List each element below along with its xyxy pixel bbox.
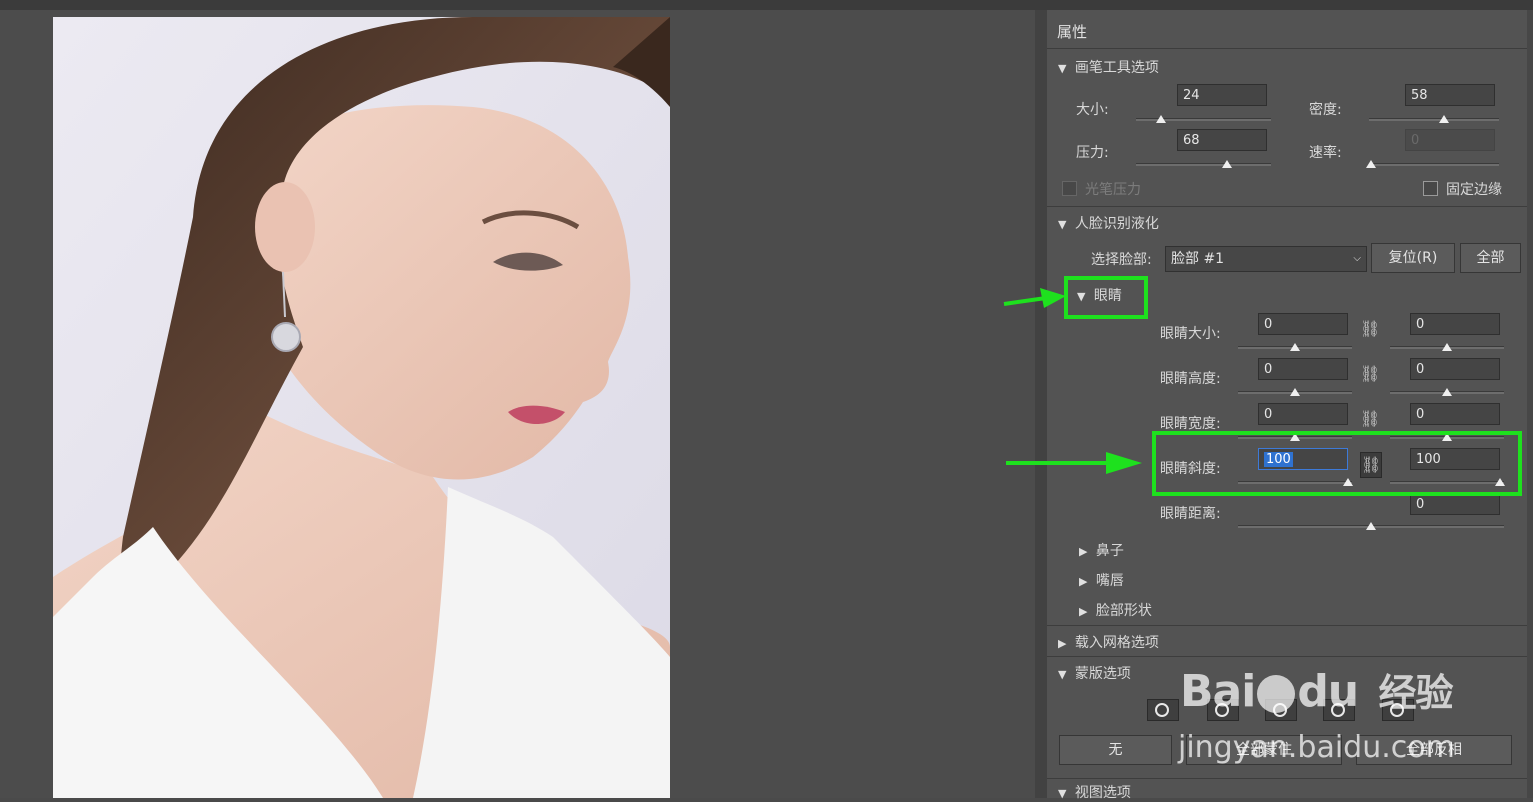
density-label: 密度: (1309, 102, 1342, 118)
green-arrow-icon (1003, 288, 1066, 308)
eye-row-left-value: 0 (1264, 362, 1273, 377)
eye-tilt-highlight-box (1152, 431, 1522, 496)
eye-row-left-slider-thumb[interactable] (1290, 388, 1300, 396)
mesh-section-title: 载入网格选项 (1074, 635, 1159, 651)
stylus-pressure-checkbox (1062, 181, 1077, 196)
eye-row-left-slider-thumb[interactable] (1290, 343, 1300, 351)
pressure-label: 压力: (1076, 145, 1109, 161)
mask-section-title: 蒙版选项 (1074, 666, 1131, 682)
density-slider-thumb[interactable] (1438, 115, 1449, 123)
view-section-header[interactable]: ▼ 视图选项 (1058, 782, 1131, 802)
size-input[interactable]: 24 (1177, 84, 1267, 106)
eye-row-label: 眼睛大小: (1160, 326, 1221, 342)
collapse-triangle-icon: ▼ (1058, 218, 1067, 231)
mouth-title: 嘴唇 (1095, 573, 1124, 589)
expand-triangle-icon: ▶ (1058, 637, 1067, 650)
eye-distance-slider-thumb[interactable] (1366, 522, 1376, 530)
density-slider-track[interactable] (1369, 118, 1499, 121)
expand-triangle-icon: ▶ (1079, 545, 1088, 558)
eyes-highlight-box (1064, 276, 1148, 319)
mask-section-header[interactable]: ▼ 蒙版选项 (1058, 663, 1131, 683)
all-button[interactable]: 全部 (1460, 243, 1521, 273)
pressure-input[interactable]: 68 (1177, 129, 1267, 151)
expand-triangle-icon: ▶ (1079, 605, 1088, 618)
brush-section-header[interactable]: ▼ 画笔工具选项 (1058, 57, 1159, 77)
size-slider-thumb[interactable] (1155, 115, 1166, 123)
pin-edges-checkbox[interactable] (1423, 181, 1438, 196)
eye-row-right-input[interactable]: 0 (1410, 358, 1500, 380)
link-chain-icon[interactable]: ⛓ (1360, 317, 1380, 341)
size-label: 大小: (1076, 102, 1109, 118)
eye-row-label: 眼睛高度: (1160, 371, 1221, 387)
chevron-down-icon: ⌵ (1353, 253, 1361, 264)
divider (1047, 625, 1530, 626)
rate-slider-track (1369, 163, 1499, 166)
panel-title: 属性 (1057, 23, 1088, 41)
eye-row-right-slider-thumb[interactable] (1442, 388, 1452, 396)
divider (1047, 778, 1530, 779)
eye-row-left-value: 0 (1264, 407, 1273, 422)
watermark-url: jingyan.baidu.com (1178, 730, 1455, 765)
paw-icon (1257, 675, 1296, 713)
watermark-brand-cn: 经验 (1378, 671, 1453, 715)
watermark-brand: Bai du 经验 (1180, 662, 1453, 717)
face-shape-subsection-header[interactable]: ▶ 脸部形状 (1079, 600, 1152, 620)
brush-section-title: 画笔工具选项 (1074, 60, 1159, 76)
pressure-slider-track[interactable] (1136, 163, 1271, 166)
face-shape-title: 脸部形状 (1095, 603, 1152, 619)
panel-scrollbar[interactable] (1527, 10, 1533, 798)
stylus-pressure-label: 光笔压力 (1085, 182, 1141, 198)
nose-title: 鼻子 (1095, 543, 1124, 559)
expand-triangle-icon: ▶ (1079, 575, 1088, 588)
divider (1047, 656, 1530, 657)
panel-gutter (1035, 10, 1047, 798)
link-chain-icon[interactable]: ⛓ (1360, 407, 1380, 431)
eye-distance-input[interactable]: 0 (1410, 493, 1500, 515)
collapse-triangle-icon: ▼ (1058, 787, 1067, 800)
face-section-title: 人脸识别液化 (1074, 216, 1159, 232)
eye-row-right-input[interactable]: 0 (1410, 313, 1500, 335)
mask-replace-icon[interactable] (1147, 699, 1179, 721)
eye-row-left-input[interactable]: 0 (1258, 403, 1348, 425)
eye-row-right-slider-thumb[interactable] (1442, 343, 1452, 351)
collapse-triangle-icon: ▼ (1058, 62, 1067, 75)
select-face-label: 选择脸部: (1091, 252, 1152, 268)
eye-row-label: 眼睛宽度: (1160, 416, 1221, 432)
eye-row-left-value: 0 (1264, 317, 1273, 332)
rate-slider-thumb (1366, 160, 1376, 168)
reset-button[interactable]: 复位(R) (1371, 243, 1455, 273)
watermark-brand-part2: du (1297, 666, 1359, 717)
mouth-subsection-header[interactable]: ▶ 嘴唇 (1079, 570, 1124, 590)
rate-input: 0 (1405, 129, 1495, 151)
pin-edges-label: 固定边缘 (1446, 182, 1502, 198)
eye-distance-label: 眼睛距离: (1160, 506, 1221, 522)
eye-row-left-input[interactable]: 0 (1258, 358, 1348, 380)
divider (1047, 48, 1530, 49)
mesh-section-header[interactable]: ▶ 载入网格选项 (1058, 632, 1159, 652)
select-face-dropdown[interactable]: 脸部 #1 ⌵ (1165, 246, 1367, 272)
face-section-header[interactable]: ▼ 人脸识别液化 (1058, 213, 1159, 233)
collapse-triangle-icon: ▼ (1058, 668, 1067, 681)
watermark-brand-part1: Bai (1180, 666, 1256, 717)
select-face-value: 脸部 #1 (1171, 251, 1225, 267)
eye-row-right-input[interactable]: 0 (1410, 403, 1500, 425)
portrait-photo[interactable] (53, 17, 670, 798)
mask-none-button[interactable]: 无 (1059, 735, 1172, 765)
view-section-title: 视图选项 (1074, 785, 1131, 801)
pressure-slider-thumb[interactable] (1221, 160, 1232, 168)
divider (1047, 206, 1530, 207)
link-chain-icon[interactable]: ⛓ (1360, 362, 1380, 386)
nose-subsection-header[interactable]: ▶ 鼻子 (1079, 540, 1124, 560)
density-input[interactable]: 58 (1405, 84, 1495, 106)
rate-label: 速率: (1309, 145, 1342, 161)
eye-row-left-input[interactable]: 0 (1258, 313, 1348, 335)
green-arrow-icon (1006, 452, 1142, 474)
